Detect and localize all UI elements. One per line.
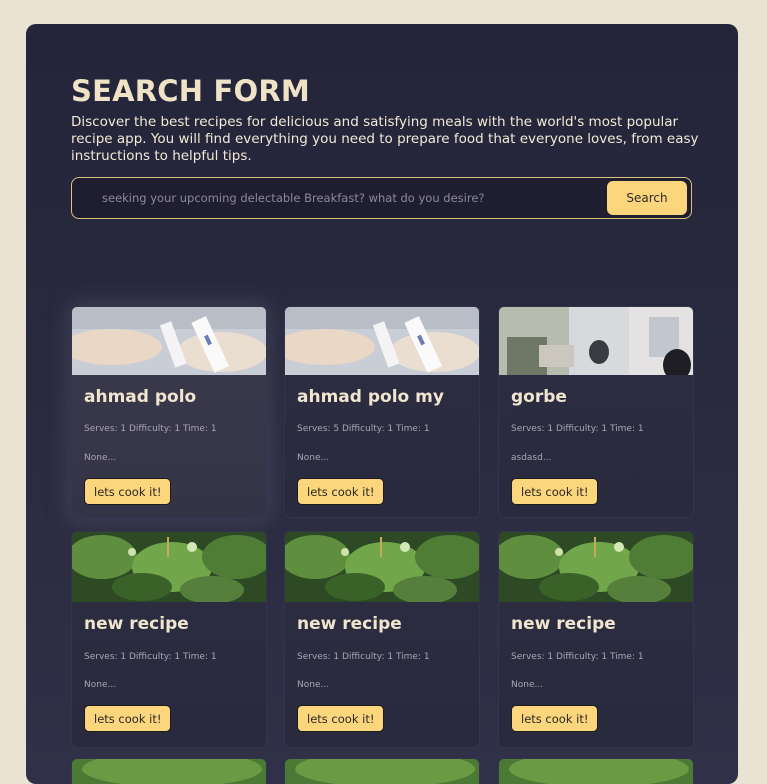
recipe-meta: Serves: 1 Difficulty: 1 Time: 1	[511, 424, 644, 434]
recipe-description: None...	[84, 680, 117, 690]
recipe-card[interactable]: new recipe Serves: 1 Difficulty: 1 Time:…	[284, 531, 480, 748]
recipe-card-partial[interactable]	[284, 758, 480, 784]
recipe-image	[72, 532, 266, 602]
recipe-image	[499, 307, 693, 375]
recipe-description: None...	[297, 453, 330, 463]
lets-cook-button[interactable]: lets cook it!	[297, 705, 385, 732]
recipe-image	[285, 532, 479, 602]
recipe-description: None...	[511, 680, 544, 690]
recipe-meta: Serves: 5 Difficulty: 1 Time: 1	[297, 424, 430, 434]
recipe-card-partial[interactable]	[498, 758, 694, 784]
recipe-title: gorbe	[511, 387, 567, 407]
lets-cook-button[interactable]: lets cook it!	[297, 478, 385, 505]
recipe-image	[499, 532, 693, 602]
recipe-image	[285, 307, 479, 375]
recipe-image	[285, 759, 479, 784]
recipe-card-partial[interactable]	[71, 758, 267, 784]
recipe-image	[499, 759, 693, 784]
recipe-card[interactable]: gorbe Serves: 1 Difficulty: 1 Time: 1 as…	[498, 306, 694, 518]
recipe-description: asdasd...	[511, 453, 552, 463]
lets-cook-button[interactable]: lets cook it!	[511, 478, 599, 505]
recipe-description: None...	[84, 453, 117, 463]
search-panel: SEARCH FORM Discover the best recipes fo…	[26, 24, 738, 784]
recipe-meta: Serves: 1 Difficulty: 1 Time: 1	[84, 424, 217, 434]
page-description: Discover the best recipes for delicious …	[71, 114, 699, 164]
recipe-title: ahmad polo	[84, 387, 197, 407]
recipe-card[interactable]: ahmad polo Serves: 1 Difficulty: 1 Time:…	[71, 306, 267, 518]
recipe-title: new recipe	[84, 614, 189, 634]
search-input[interactable]	[82, 178, 642, 218]
recipe-title: new recipe	[297, 614, 402, 634]
recipe-image	[72, 759, 266, 784]
search-bar: Search	[71, 177, 692, 219]
recipe-image	[72, 307, 266, 375]
lets-cook-button[interactable]: lets cook it!	[84, 705, 172, 732]
recipe-card[interactable]: ahmad polo my Serves: 5 Difficulty: 1 Ti…	[284, 306, 480, 518]
recipe-card[interactable]: new recipe Serves: 1 Difficulty: 1 Time:…	[71, 531, 267, 748]
recipe-meta: Serves: 1 Difficulty: 1 Time: 1	[297, 652, 430, 662]
recipe-description: None...	[297, 680, 330, 690]
recipe-title: new recipe	[511, 614, 616, 634]
page-title: SEARCH FORM	[71, 74, 310, 108]
recipe-title: ahmad polo my	[297, 387, 444, 407]
search-button[interactable]: Search	[607, 181, 687, 215]
lets-cook-button[interactable]: lets cook it!	[511, 705, 599, 732]
recipe-meta: Serves: 1 Difficulty: 1 Time: 1	[84, 652, 217, 662]
recipe-meta: Serves: 1 Difficulty: 1 Time: 1	[511, 652, 644, 662]
recipe-card[interactable]: new recipe Serves: 1 Difficulty: 1 Time:…	[498, 531, 694, 748]
lets-cook-button[interactable]: lets cook it!	[84, 478, 172, 505]
